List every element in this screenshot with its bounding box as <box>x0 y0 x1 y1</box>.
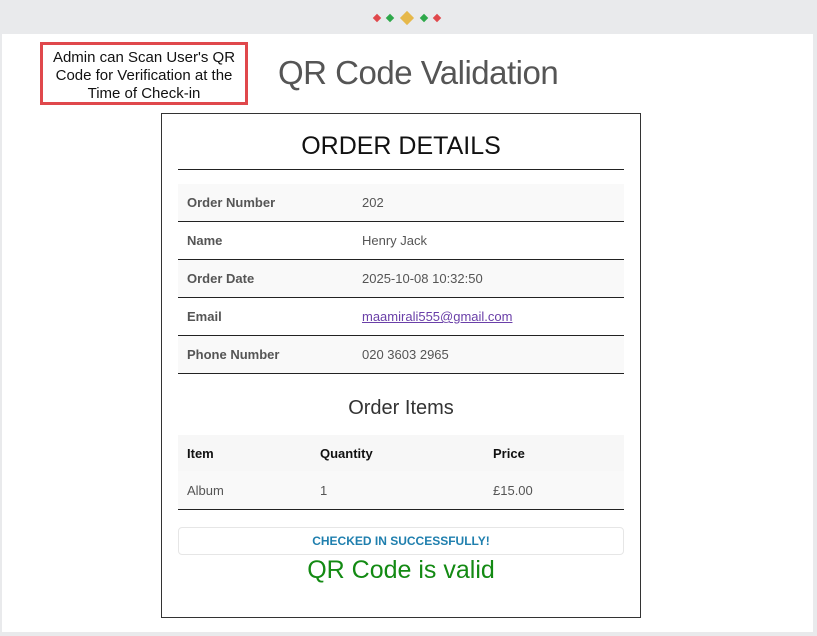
loader-dots-icon <box>372 10 454 26</box>
field-label: Order Number <box>178 184 353 222</box>
email-link[interactable]: maamirali555@gmail.com <box>362 309 512 324</box>
table-row: Email maamirali555@gmail.com <box>178 297 624 336</box>
column-header-price: Price <box>484 435 624 471</box>
qr-valid-message: QR Code is valid <box>307 556 495 584</box>
field-label: Order Date <box>178 259 353 298</box>
callout-text: Admin can Scan User's QR Code for Verifi… <box>52 49 236 102</box>
dot-icon <box>372 13 382 23</box>
order-card: ORDER DETAILS Order Number 202 Name Henr… <box>161 113 641 618</box>
field-value: Henry Jack <box>353 221 624 260</box>
price-cell: £15.00 <box>484 471 624 510</box>
field-value: 202 <box>353 184 624 222</box>
field-value: 020 3603 2965 <box>353 335 624 374</box>
table-row: Order Date 2025-10-08 10:32:50 <box>178 259 624 298</box>
main-panel: Admin can Scan User's QR Code for Verifi… <box>2 34 813 632</box>
field-label: Name <box>178 221 353 260</box>
field-label: Phone Number <box>178 335 353 374</box>
order-details-table: Order Number 202 Name Henry Jack Order D… <box>178 184 624 374</box>
table-row: Phone Number 020 3603 2965 <box>178 335 624 374</box>
top-bar <box>0 0 817 34</box>
order-details-heading: ORDER DETAILS <box>301 132 501 160</box>
dot-icon <box>399 10 415 26</box>
quantity-cell: 1 <box>311 471 484 510</box>
dot-icon <box>432 13 442 23</box>
order-items-heading: Order Items <box>348 397 454 419</box>
field-value: maamirali555@gmail.com <box>353 297 624 336</box>
dot-icon <box>419 13 429 23</box>
table-row: Album 1 £15.00 <box>178 471 624 510</box>
column-header-item: Item <box>178 435 311 471</box>
field-label: Email <box>178 297 353 336</box>
table-row: Name Henry Jack <box>178 221 624 260</box>
table-header-row: Item Quantity Price <box>178 435 624 471</box>
annotation-callout: Admin can Scan User's QR Code for Verifi… <box>40 42 248 105</box>
field-value: 2025-10-08 10:32:50 <box>353 259 624 298</box>
checked-in-status: CHECKED IN SUCCESSFULLY! <box>178 527 624 555</box>
order-items-table: Item Quantity Price Album 1 £15.00 <box>178 435 624 510</box>
column-header-quantity: Quantity <box>311 435 484 471</box>
item-cell: Album <box>178 471 311 510</box>
divider <box>178 169 624 170</box>
table-row: Order Number 202 <box>178 184 624 222</box>
dot-icon <box>385 13 395 23</box>
page-title: QR Code Validation <box>278 54 559 91</box>
